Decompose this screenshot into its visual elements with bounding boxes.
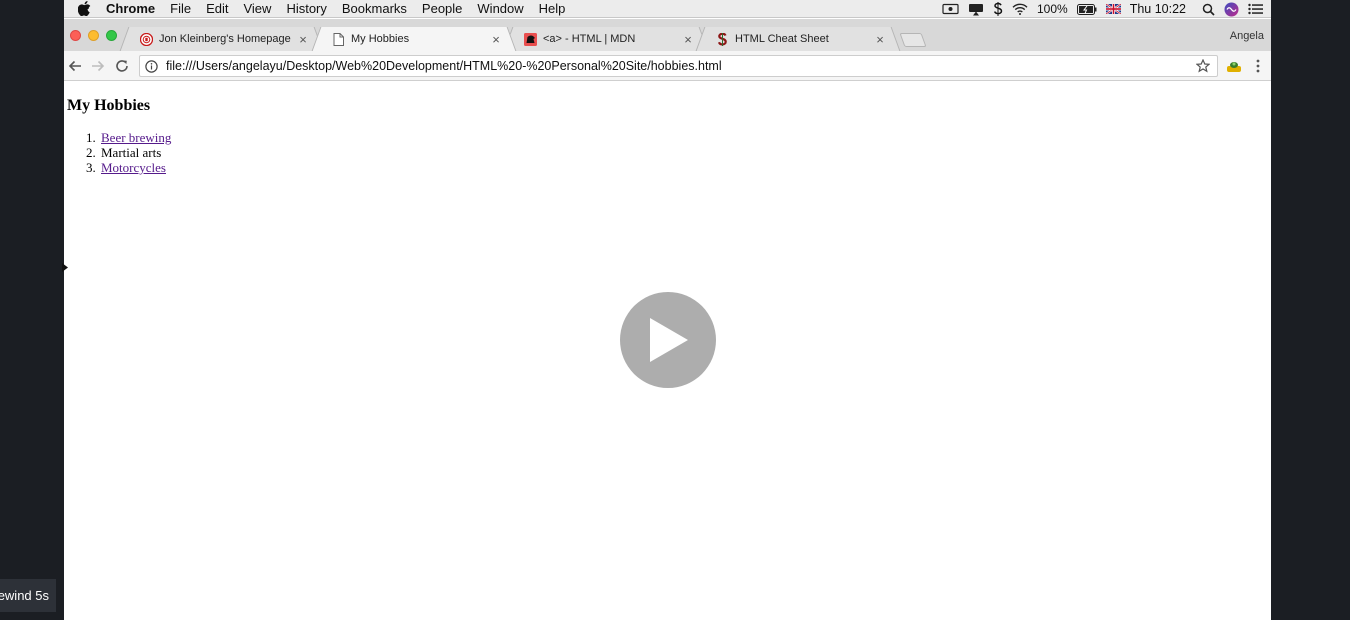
- list-number: 2.: [86, 145, 96, 160]
- list-item: 1. Beer brewing: [86, 130, 171, 145]
- tab-title: <a> - HTML | MDN: [543, 33, 636, 45]
- uk-flag-icon[interactable]: [1105, 4, 1121, 14]
- forward-arrow-icon[interactable]: [89, 57, 107, 75]
- menu-app-chrome[interactable]: Chrome: [106, 1, 155, 16]
- window-close-button[interactable]: [70, 30, 81, 41]
- list-item: 2. Martial arts: [86, 145, 171, 160]
- new-tab-button[interactable]: [899, 33, 927, 47]
- airplay-icon[interactable]: [968, 3, 984, 16]
- menu-people[interactable]: People: [422, 1, 462, 16]
- tab-close-icon[interactable]: ×: [296, 32, 310, 47]
- battery-icon[interactable]: [1076, 3, 1097, 15]
- sync-s-icon[interactable]: [993, 2, 1003, 16]
- cornell-seal-icon: [139, 32, 153, 46]
- window-minimize-button[interactable]: [88, 30, 99, 41]
- url-text[interactable]: file:///Users/angelayu/Desktop/Web%20Dev…: [166, 59, 1196, 73]
- menu-window[interactable]: Window: [477, 1, 523, 16]
- screen: Chrome File Edit View History Bookmarks …: [64, 0, 1271, 620]
- tab-strip: Jon Kleinberg's Homepage × My Hobbies × …: [64, 19, 1271, 51]
- video-play-button[interactable]: [620, 292, 716, 388]
- play-icon: [650, 318, 688, 362]
- hobbies-list: 1. Beer brewing 2. Martial arts 3. Motor…: [86, 130, 171, 175]
- reload-icon[interactable]: [113, 57, 131, 75]
- tab-close-icon[interactable]: ×: [681, 32, 695, 47]
- tab-close-icon[interactable]: ×: [489, 32, 503, 47]
- hobby-text-martial-arts: Martial arts: [101, 145, 162, 160]
- tab-title: HTML Cheat Sheet: [735, 33, 829, 45]
- back-arrow-icon[interactable]: [66, 57, 84, 75]
- tab-close-icon[interactable]: ×: [873, 32, 887, 47]
- list-number: 3.: [86, 160, 96, 175]
- address-bar[interactable]: file:///Users/angelayu/Desktop/Web%20Dev…: [139, 55, 1218, 77]
- menu-edit[interactable]: Edit: [206, 1, 228, 16]
- spotlight-search-icon[interactable]: [1202, 3, 1215, 16]
- wifi-icon[interactable]: [1012, 3, 1028, 15]
- menu-view[interactable]: View: [243, 1, 271, 16]
- bookmark-star-icon[interactable]: [1196, 59, 1212, 73]
- menu-bar-clock[interactable]: Thu 10:22: [1130, 2, 1186, 16]
- browser-toolbar: file:///Users/angelayu/Desktop/Web%20Dev…: [64, 51, 1271, 81]
- profile-name[interactable]: Angela: [1230, 30, 1264, 42]
- site-info-icon[interactable]: [145, 59, 159, 73]
- hobby-link-motorcycles[interactable]: Motorcycles: [101, 160, 166, 175]
- mac-menu-bar: Chrome File Edit View History Bookmarks …: [64, 0, 1271, 18]
- tab-title: Jon Kleinberg's Homepage: [159, 33, 291, 45]
- tab-jon-kleinberg[interactable]: Jon Kleinberg's Homepage ×: [131, 27, 312, 51]
- list-number: 1.: [86, 130, 96, 145]
- hobby-link-beer-brewing[interactable]: Beer brewing: [101, 130, 171, 145]
- window-zoom-button[interactable]: [106, 30, 117, 41]
- rewind-button[interactable]: ewind 5s: [0, 579, 56, 612]
- siri-icon[interactable]: [1224, 2, 1239, 17]
- battery-percent[interactable]: 100%: [1037, 2, 1068, 16]
- document-icon: [331, 32, 345, 46]
- screen-record-icon[interactable]: [942, 3, 959, 15]
- tab-my-hobbies[interactable]: My Hobbies ×: [323, 27, 505, 51]
- menu-bookmarks[interactable]: Bookmarks: [342, 1, 407, 16]
- menu-help[interactable]: Help: [539, 1, 566, 16]
- extension-icon[interactable]: [1225, 57, 1243, 75]
- mouse-cursor-icon: [62, 263, 68, 272]
- page-heading: My Hobbies: [67, 97, 151, 114]
- apple-icon[interactable]: [78, 1, 92, 16]
- mdn-icon: [523, 32, 537, 46]
- tab-title: My Hobbies: [351, 33, 410, 45]
- tab-html-cheat-sheet[interactable]: HTML Cheat Sheet ×: [707, 27, 889, 51]
- tab-mdn-anchor[interactable]: <a> - HTML | MDN ×: [515, 27, 697, 51]
- menu-bar-status-area: 100% Thu 10:22: [942, 0, 1271, 18]
- chrome-menu-icon[interactable]: [1249, 57, 1267, 75]
- stanford-icon: [715, 32, 729, 46]
- menu-history[interactable]: History: [286, 1, 326, 16]
- notification-center-icon[interactable]: [1248, 3, 1263, 15]
- menu-file[interactable]: File: [170, 1, 191, 16]
- list-item: 3. Motorcycles: [86, 160, 171, 175]
